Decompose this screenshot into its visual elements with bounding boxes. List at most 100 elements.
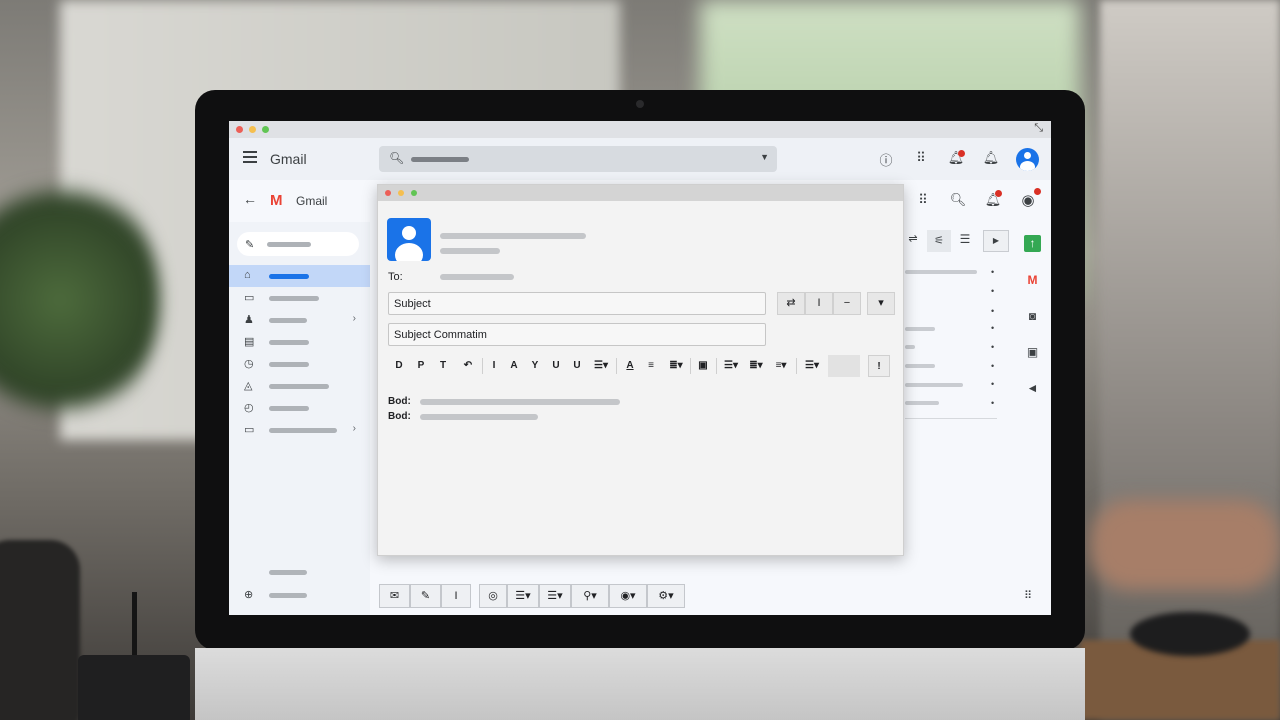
filter-icon[interactable]: ⇌ <box>904 232 922 245</box>
list-item[interactable] <box>905 401 939 405</box>
swap-button[interactable]: ⇄ <box>777 292 805 315</box>
formatting-toolbar: D P T ↶ I A Y U U ☰▾ A ≡ ≣▾ ▣ ☰▾ ≣▾ ≡▾ ☰… <box>388 355 890 377</box>
maximize-compose-button[interactable] <box>411 190 417 196</box>
minimize-window-button[interactable] <box>249 126 256 133</box>
timer-button[interactable]: ◎ <box>479 584 507 608</box>
numbered-list-icon[interactable]: ≣▾ <box>744 355 768 377</box>
sidebar-item-contacts[interactable]: ♟ › <box>229 309 370 331</box>
list-item[interactable] <box>905 345 915 349</box>
more-icon[interactable]: • <box>991 323 994 333</box>
more-format-icon[interactable]: ☰▾ <box>799 355 825 377</box>
format-p-button[interactable]: P <box>412 355 430 377</box>
chevron-right-icon[interactable]: › <box>353 423 356 434</box>
resize-icon[interactable]: ⤡ <box>1034 122 1043 135</box>
list-item[interactable] <box>905 270 977 274</box>
search-icon[interactable]: 🔍︎ <box>949 192 967 208</box>
image-icon[interactable]: ▣ <box>694 355 712 377</box>
minus-button[interactable]: − <box>833 292 861 315</box>
next-page-button[interactable]: ▶ <box>983 230 1009 252</box>
sidebar-item-snoozed[interactable]: ◷ <box>229 353 370 375</box>
sidebar-item-drafts[interactable]: ▤ <box>229 331 370 353</box>
underline-alt-button[interactable]: U <box>569 355 585 377</box>
apps-grid-icon[interactable]: ⠿ <box>912 150 930 166</box>
more-icon[interactable]: • <box>991 286 994 296</box>
indent-icon[interactable]: ≡▾ <box>769 355 793 377</box>
text-color-button[interactable]: A <box>505 355 523 377</box>
more-icon[interactable]: • <box>991 379 994 389</box>
sidebar-item-label <box>269 340 309 345</box>
align-center-dropdown-icon[interactable]: ≣▾ <box>664 355 688 377</box>
dropdown-button[interactable]: ▾ <box>867 292 895 315</box>
mail-button[interactable]: ✉ <box>379 584 410 608</box>
settings-dropdown-button[interactable]: ⚙▾ <box>647 584 685 608</box>
hamburger-icon[interactable] <box>243 151 257 163</box>
chevron-right-icon[interactable]: › <box>353 313 356 324</box>
align-left-icon[interactable]: ≡ <box>642 355 660 377</box>
sidebar-item-scheduled[interactable]: ◴ <box>229 397 370 419</box>
align-dropdown-icon[interactable]: ☰▾ <box>590 355 612 377</box>
italic-button[interactable]: I <box>486 355 502 377</box>
list-view-icon[interactable]: ☰ <box>956 232 974 246</box>
subject-text: Subject <box>394 298 431 310</box>
more-icon[interactable]: • <box>991 267 994 277</box>
body-line[interactable] <box>420 414 538 420</box>
camera-icon[interactable]: ◙ <box>1024 308 1041 325</box>
send-icon[interactable]: ◄ <box>1024 380 1041 397</box>
apps-grid-icon[interactable]: ⠿ <box>914 192 932 208</box>
tune-icon[interactable]: ⚟ <box>927 230 951 252</box>
globe-icon[interactable]: ⊕ <box>244 588 253 601</box>
secondary-subject-field[interactable]: Subject Commatim <box>388 323 766 346</box>
align-dropdown-button[interactable]: ☰▾ <box>539 584 571 608</box>
sidebar-item-starred[interactable]: ▭ <box>229 287 370 309</box>
bell-icon[interactable]: 🔔︎ <box>982 150 1000 166</box>
app-title: Gmail <box>270 151 307 167</box>
close-window-button[interactable] <box>236 126 243 133</box>
more-icon[interactable]: • <box>991 398 994 408</box>
back-arrow-icon[interactable]: ← <box>243 191 257 207</box>
body-line[interactable] <box>420 399 620 405</box>
notes-icon[interactable]: ▣ <box>1024 344 1041 361</box>
search-placeholder <box>411 157 469 162</box>
format-t-button[interactable]: T <box>434 355 452 377</box>
more-icon[interactable]: • <box>991 361 994 371</box>
search-options-icon[interactable]: ▼ <box>760 152 769 162</box>
close-compose-button[interactable] <box>385 190 391 196</box>
list-dropdown-button[interactable]: ☰▾ <box>507 584 539 608</box>
underline-button[interactable]: U <box>548 355 564 377</box>
sidebar-item-more[interactable]: ▭ › <box>229 419 370 441</box>
alert-icon[interactable]: ! <box>868 355 890 377</box>
compose-dialog: To: Subject ⇄ I − ▾ Subject Commatim D P… <box>377 184 904 556</box>
text-cursor-button[interactable]: I <box>441 584 471 608</box>
sidebar-item-notifications[interactable]: ◬ <box>229 375 370 397</box>
pin-dropdown-button[interactable]: ⚲▾ <box>571 584 609 608</box>
list-item[interactable] <box>905 327 935 331</box>
undo-button[interactable]: ↶ <box>458 355 478 377</box>
minimize-compose-button[interactable] <box>398 190 404 196</box>
maximize-window-button[interactable] <box>262 126 269 133</box>
subject-field[interactable]: Subject <box>388 292 766 315</box>
list-item[interactable] <box>905 364 935 368</box>
background-hand <box>1090 500 1280 590</box>
highlight-icon[interactable]: A <box>620 355 640 377</box>
help-icon[interactable]: ⓘ <box>877 150 895 169</box>
format-d-button[interactable]: D <box>390 355 408 377</box>
edit-button[interactable]: ✎ <box>410 584 441 608</box>
gmail-icon[interactable]: M <box>1024 272 1041 289</box>
sidebar-item-inbox[interactable]: ⌂ <box>229 265 370 287</box>
grid-icon[interactable]: ⠿ <box>1024 589 1032 602</box>
status-dropdown-button[interactable]: ◉▾ <box>609 584 647 608</box>
format-y-button[interactable]: Y <box>527 355 543 377</box>
cursor-button[interactable]: I <box>805 292 833 315</box>
upload-icon[interactable]: ↑ <box>1024 235 1041 252</box>
label-icon: ▭ <box>244 424 255 436</box>
list-item[interactable] <box>905 383 963 387</box>
sender-avatar <box>387 218 431 261</box>
bullet-list-icon[interactable]: ☰▾ <box>719 355 743 377</box>
account-avatar[interactable] <box>1016 148 1039 171</box>
more-icon[interactable]: • <box>991 306 994 316</box>
compose-button[interactable]: ✎ <box>237 232 359 256</box>
more-icon[interactable]: • <box>991 342 994 352</box>
search-bar[interactable]: 🔍︎ ▼ <box>379 146 777 172</box>
to-recipient[interactable] <box>440 274 514 280</box>
monitor-chin <box>195 648 1085 720</box>
